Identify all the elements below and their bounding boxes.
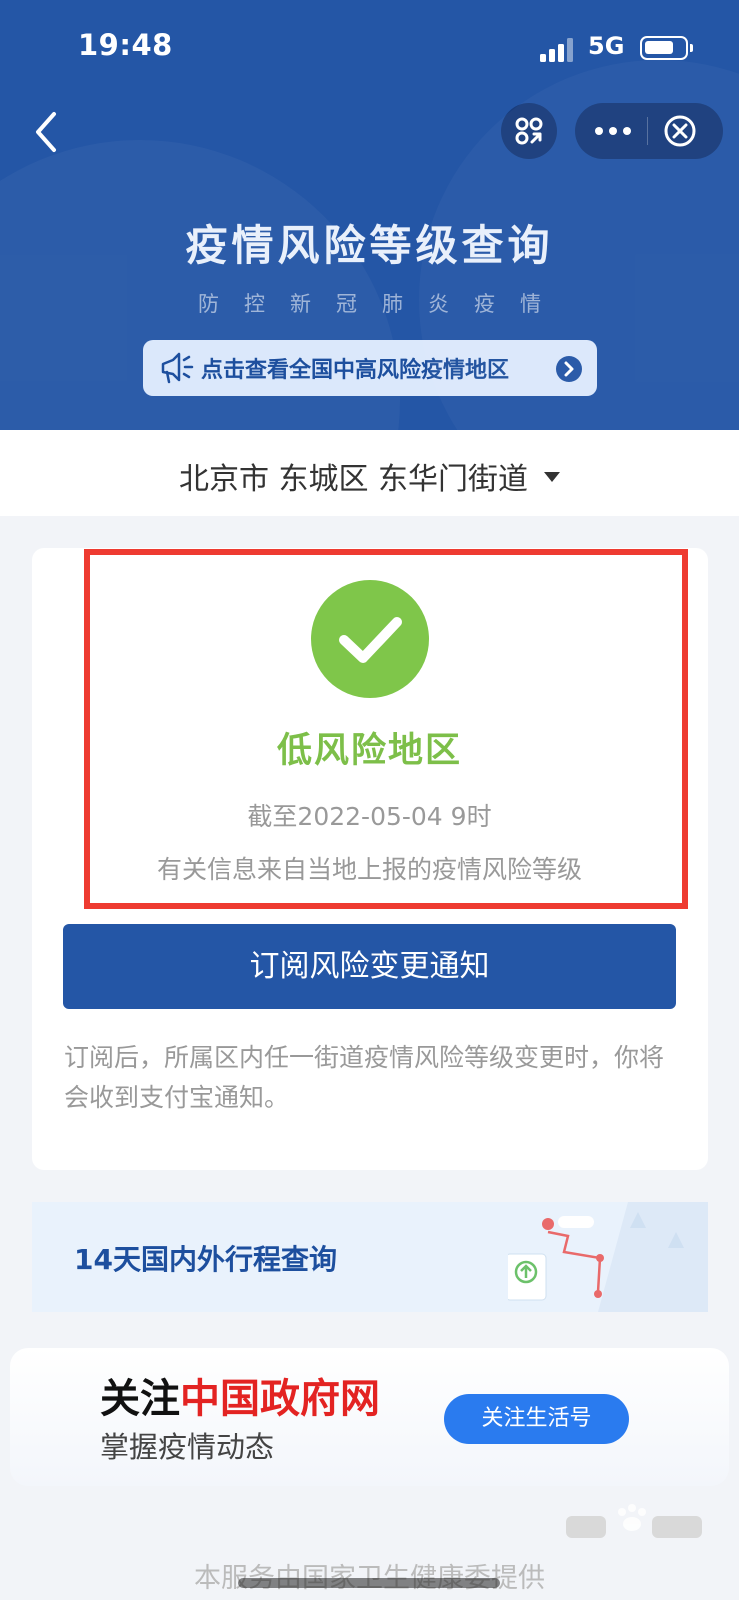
trip-check-banner[interactable]: 14天国内外行程查询 <box>32 1202 708 1312</box>
follow-gov-card: 关注中国政府网 掌握疫情动态 关注生活号 <box>10 1348 729 1486</box>
chevron-right-icon <box>556 356 582 382</box>
subscribe-button[interactable]: 订阅风险变更通知 <box>63 924 676 1009</box>
risk-level-label: 低风险地区 <box>276 731 462 771</box>
status-time: 19:48 <box>78 28 173 62</box>
megaphone-icon <box>161 352 194 384</box>
more-icon[interactable] <box>593 118 633 144</box>
risk-areas-link[interactable]: 点击查看全国中高风险疫情地区 <box>143 340 597 396</box>
mini-program-capsule <box>575 103 723 159</box>
source-note: 有关信息来自当地上报的疫情风险等级 <box>156 855 582 884</box>
footer-note: 本服务由国家卫生健康委提供 <box>0 1556 739 1595</box>
page-subtitle: 防控新冠肺炎疫情 <box>198 292 566 316</box>
trip-check-label: 14天国内外行程查询 <box>74 1243 337 1276</box>
signal-icon <box>540 38 576 62</box>
follow-tagline: 掌握疫情动态 <box>100 1430 275 1464</box>
status-bar: 19:48 5G <box>0 0 739 96</box>
location-label: 北京市 东城区 东华门街道 <box>178 462 529 497</box>
gov-brand-name: 中国政府网 <box>180 1376 380 1422</box>
location-selector[interactable]: 北京市 东城区 东华门街道 <box>0 430 739 516</box>
risk-areas-link-label: 点击查看全国中高风险疫情地区 <box>201 358 510 383</box>
subscribe-note: 订阅后，所属区内任一街道疫情风险等级变更时，你将会收到支付宝通知。 <box>64 1043 665 1112</box>
close-icon[interactable] <box>663 114 697 148</box>
watermark-logo <box>566 1504 702 1538</box>
network-type: 5G <box>588 32 625 60</box>
as-of-timestamp: 截至2022-05-04 9时 <box>247 802 492 831</box>
scan-icon <box>515 117 543 145</box>
follow-prefix: 关注 <box>100 1376 180 1422</box>
home-indicator <box>238 1578 500 1588</box>
page-title: 疫情风险等级查询 <box>185 221 554 270</box>
check-icon <box>311 580 429 698</box>
chevron-left-icon <box>36 112 56 152</box>
caret-down-icon <box>544 471 561 482</box>
header-banner: 19:48 5G 疫情风险等级查询 防控新冠肺炎疫情 点击查看全国中高风险疫情地… <box>0 0 739 430</box>
battery-icon <box>640 36 693 60</box>
follow-button[interactable]: 关注生活号 <box>444 1394 629 1444</box>
scan-button[interactable] <box>501 103 557 159</box>
back-button[interactable] <box>28 108 68 156</box>
map-route-illustration <box>508 1202 708 1312</box>
